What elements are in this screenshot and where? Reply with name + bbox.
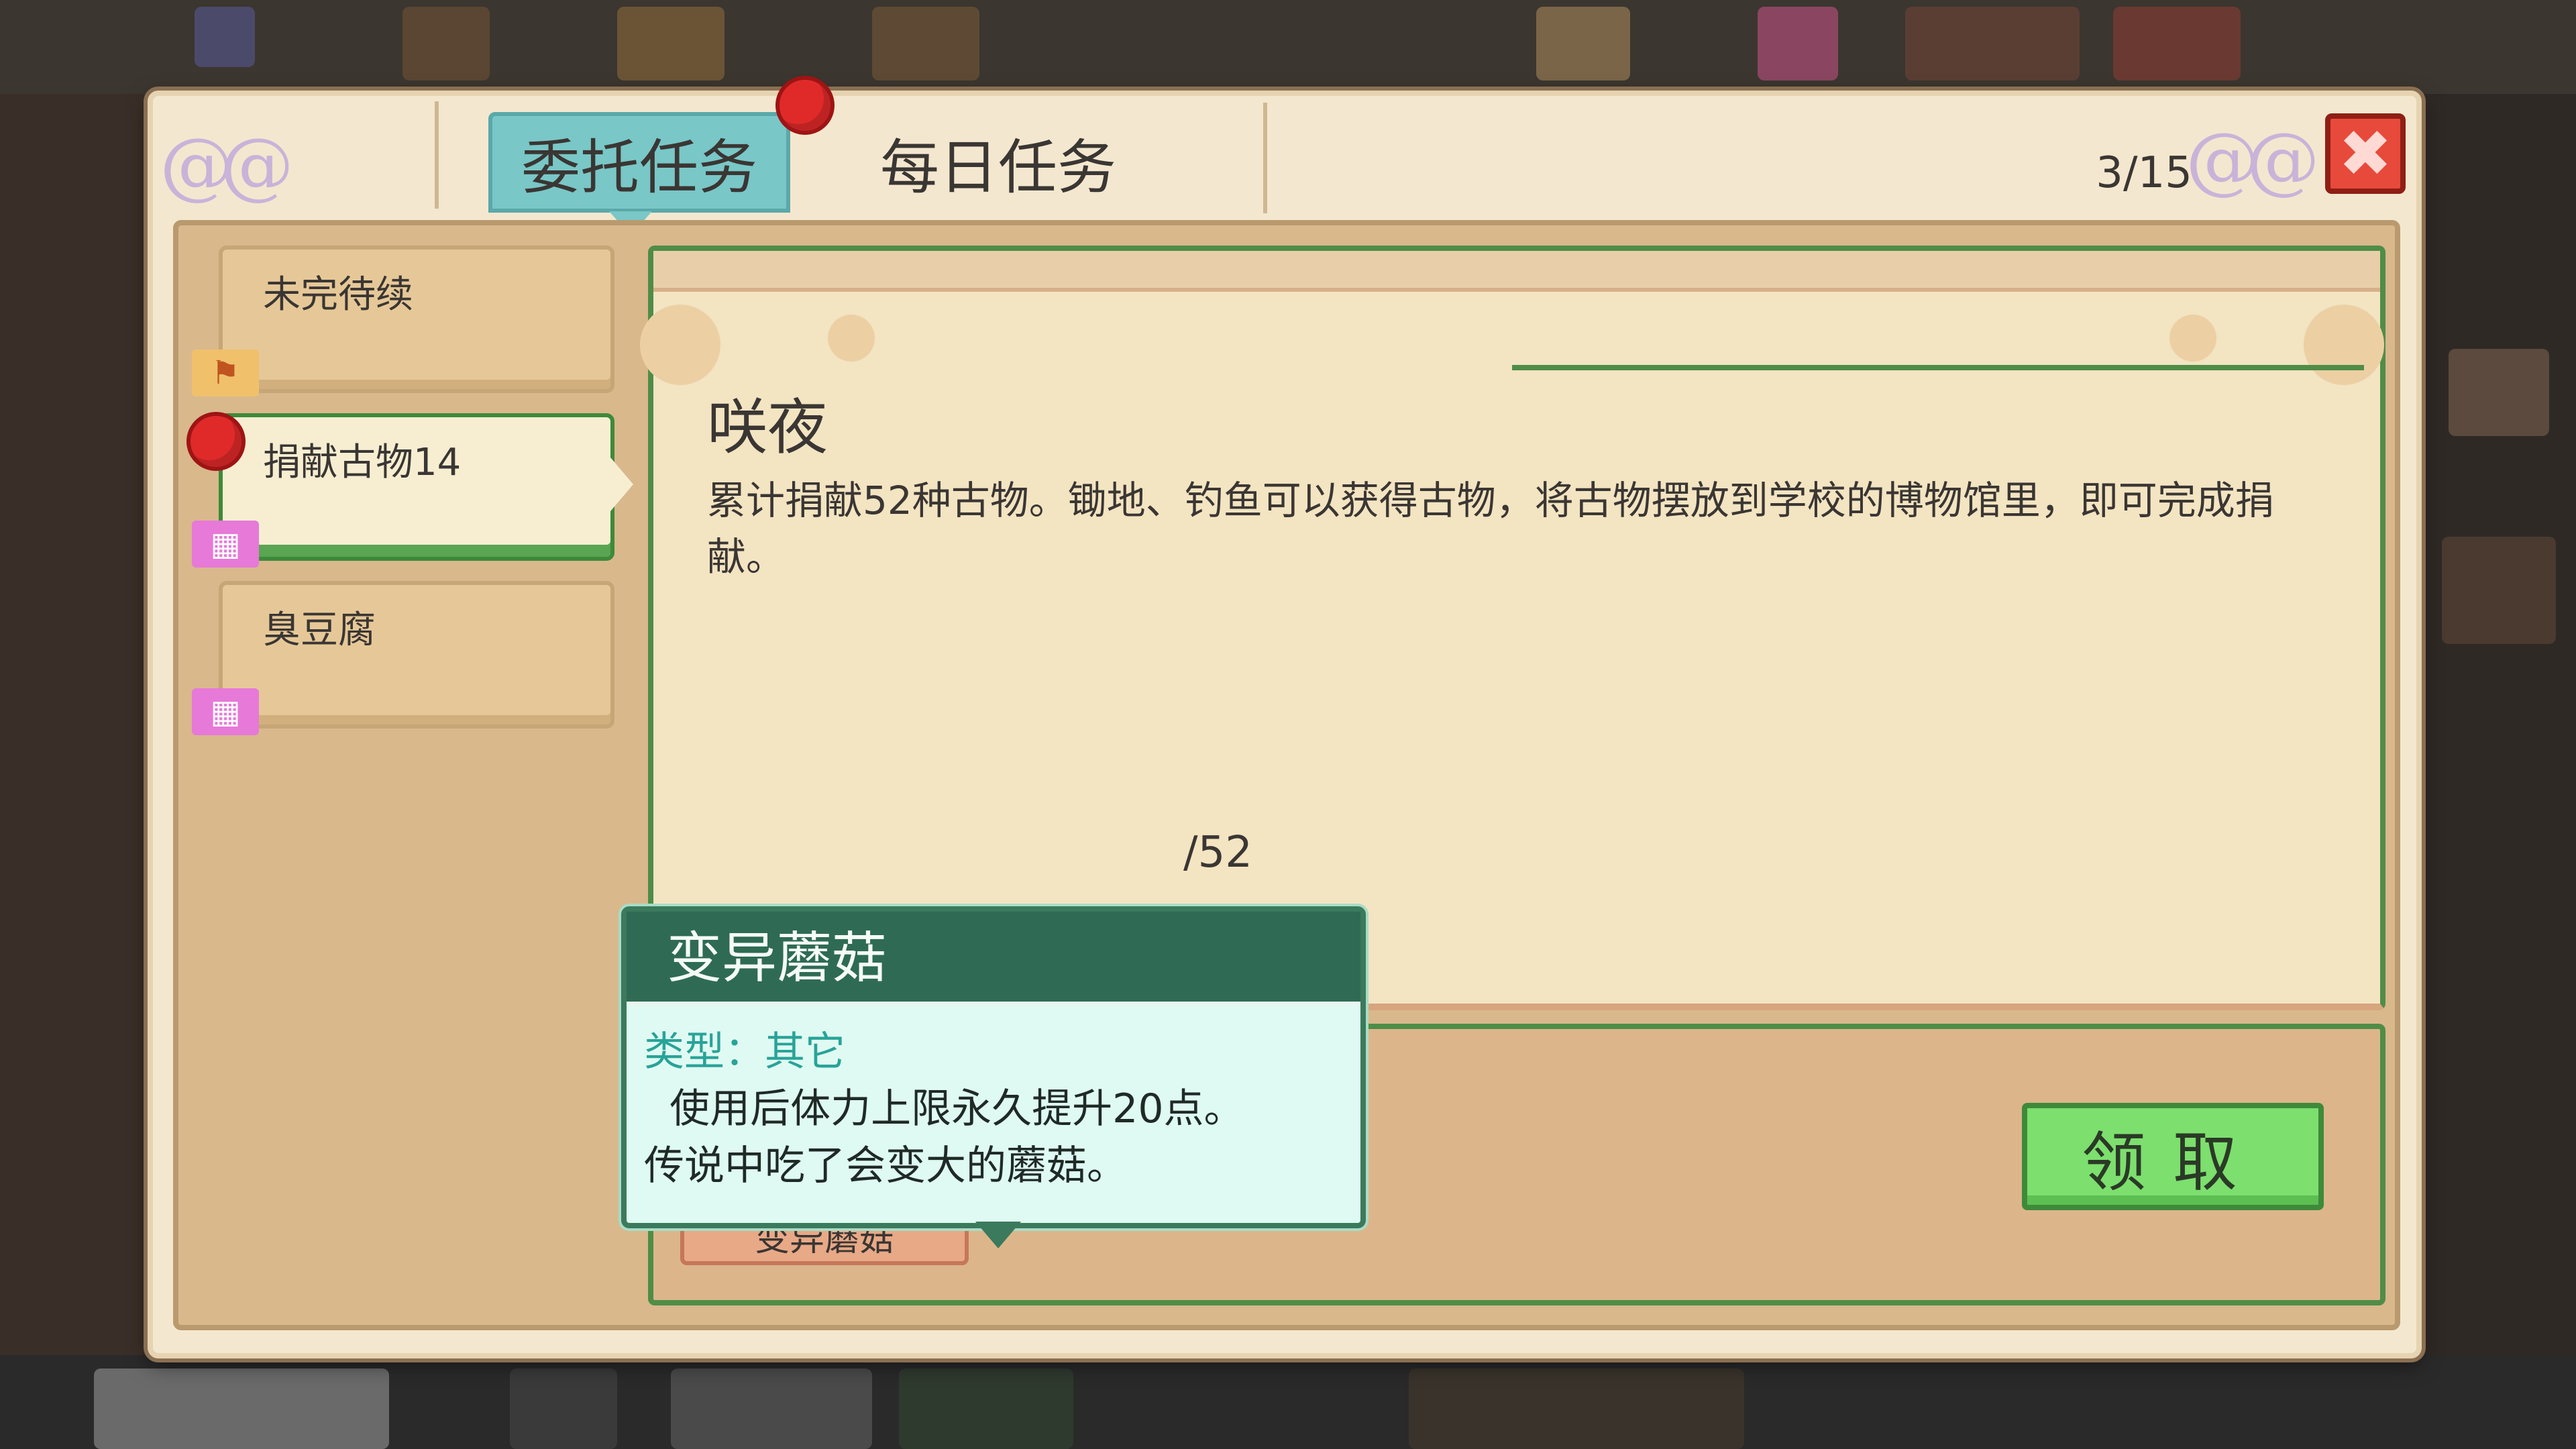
quest-counter: 3/15: [2096, 148, 2192, 198]
tab-notification-icon: [775, 76, 835, 135]
background-item: [1758, 7, 1838, 80]
tooltip-pointer-icon: [975, 1222, 1021, 1248]
background-item: [94, 1368, 389, 1449]
background-furniture: [2442, 537, 2556, 644]
item-tooltip: 变异蘑菇 类型：其它 使用后体力上限永久提升20点。 传说中吃了会变大的蘑菇。: [621, 906, 1366, 1248]
tab-label: 每日任务: [879, 132, 1116, 202]
grid-icon: ▦: [192, 688, 259, 735]
tab-daily-quests[interactable]: 每日任务: [851, 112, 1146, 213]
background-item: [1536, 7, 1630, 80]
swirl-ornament-icon: @@: [160, 122, 294, 208]
decor-dot: [640, 305, 720, 385]
background-left-wall: [0, 94, 148, 1355]
quest-notification-icon: [186, 412, 246, 471]
background-furniture: [2449, 349, 2549, 436]
close-button[interactable]: ✖: [2325, 113, 2406, 194]
background-item: [899, 1368, 1073, 1449]
claim-button-label: 领取: [2082, 1124, 2264, 1200]
flag-icon: ⚑: [192, 350, 259, 396]
background-item: [872, 7, 979, 80]
background-right-bookshelf: [2422, 94, 2576, 1355]
decor-dot: [2169, 315, 2216, 362]
swirl-ornament-icon: @@: [2186, 117, 2320, 203]
quest-list-item[interactable]: 未完待续: [219, 246, 614, 393]
tab-commission-quests[interactable]: 委托任务: [488, 112, 790, 213]
grid-icon: ▦: [192, 521, 259, 568]
tooltip-item-effect: 使用后体力上限永久提升20点。: [644, 1085, 1244, 1132]
background-item: [617, 7, 724, 80]
background-clock: [510, 1368, 617, 1449]
quest-detail: 咲夜 累计捐献52种古物。锄地、钓鱼可以获得古物，将古物摆放到学校的博物馆里，即…: [640, 246, 2385, 1010]
decor-dot: [828, 315, 875, 362]
quest-title: 臭豆腐: [263, 608, 376, 652]
background-item: [195, 7, 255, 67]
quest-title: 未完待续: [263, 273, 413, 317]
quest-list-item-selected[interactable]: 捐献古物14: [219, 413, 633, 561]
detail-header-bar: [653, 251, 2380, 292]
quest-list-item[interactable]: 臭豆腐: [219, 581, 614, 729]
background-bookshelf: [1905, 7, 2080, 80]
claim-button[interactable]: 领取: [2022, 1103, 2324, 1210]
tab-label: 委托任务: [521, 132, 757, 202]
quest-title: 捐献古物14: [263, 441, 462, 484]
decor-line: [1512, 365, 2364, 370]
background-item: [1409, 1368, 1744, 1449]
npc-name: 咲夜: [707, 392, 828, 463]
background-item: [671, 1368, 872, 1449]
tooltip-item-description: 传说中吃了会变大的蘑菇。: [644, 1142, 1127, 1189]
tab-bar-left-decor: @@: [153, 101, 439, 209]
quest-dialog: @@ 委托任务 每日任务 3/15 @@ ✖ 未完待续 ⚑ 捐献古物14 ▦ 臭…: [148, 76, 2422, 1358]
tooltip-item-type: 类型：其它: [644, 1028, 845, 1075]
tooltip-title: 变异蘑菇: [627, 912, 1360, 1006]
quest-body-panel: 未完待续 ⚑ 捐献古物14 ▦ 臭豆腐 ▦ 咲夜 累计捐献52种古物。锄地、钓鱼…: [173, 220, 2400, 1330]
quest-list: 未完待续 ⚑ 捐献古物14 ▦ 臭豆腐 ▦: [186, 246, 633, 1305]
background-item: [402, 7, 490, 80]
decor-dot: [2304, 305, 2384, 385]
quest-progress: /52: [1183, 828, 1252, 877]
selected-pointer-icon: [610, 458, 633, 511]
close-icon: ✖: [2338, 116, 2393, 191]
background-item: [2113, 7, 2241, 80]
tab-divider: [1263, 103, 1267, 213]
quest-description: 累计捐献52种古物。锄地、钓鱼可以获得古物，将古物摆放到学校的博物馆里，即可完成…: [707, 478, 2274, 580]
tab-bar: @@ 委托任务 每日任务 3/15 @@ ✖: [153, 76, 2416, 235]
